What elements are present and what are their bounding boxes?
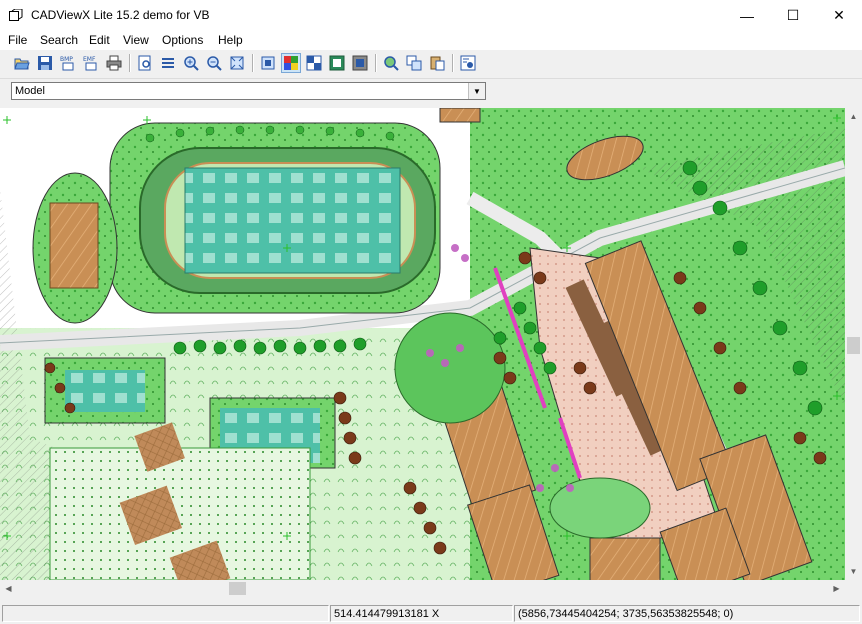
view-3d-button[interactable]: [258, 53, 278, 73]
fit-icon: [230, 56, 244, 70]
view-3d-icon: [261, 56, 275, 70]
copy-button[interactable]: [404, 53, 424, 73]
app-icon: [9, 9, 23, 21]
layout-select-value: Model: [15, 85, 45, 97]
coordinates-readout: (5856,73445404254; 3735,56353825548; 0): [514, 605, 860, 622]
minimize-button[interactable]: —: [724, 0, 770, 31]
window-title: CADViewX Lite 15.2 demo for VB: [31, 8, 210, 22]
scroll-down-icon[interactable]: ▼: [845, 563, 862, 580]
export-bmp-icon: BMP: [60, 56, 74, 71]
color-mode-icon: [284, 56, 298, 70]
open-button[interactable]: [12, 53, 32, 73]
menu-view[interactable]: View: [123, 33, 149, 47]
menu-search[interactable]: Search: [40, 33, 78, 47]
zoom-in-icon: [184, 56, 199, 71]
vertical-scroll-thumb[interactable]: [847, 337, 860, 354]
export-emf-button[interactable]: EMF: [81, 53, 101, 73]
find-icon: [384, 56, 399, 71]
horizontal-scroll-thumb[interactable]: [229, 582, 246, 595]
status-bar: 514.414479913181 X (5856,73445404254; 37…: [0, 603, 862, 624]
scroll-corner: [845, 580, 862, 597]
horizontal-scrollbar[interactable]: ◀ ▶: [0, 580, 845, 597]
print-button[interactable]: [104, 53, 124, 73]
scale-readout: 514.414479913181 X: [330, 605, 513, 622]
zoom-page-button[interactable]: [135, 53, 155, 73]
layers-icon: [162, 58, 174, 68]
close-button[interactable]: ✕: [816, 0, 862, 31]
scroll-left-icon[interactable]: ◀: [0, 580, 17, 597]
display-mode-button[interactable]: [327, 53, 347, 73]
menu-help[interactable]: Help: [218, 33, 243, 47]
zoom-out-icon: [207, 56, 222, 71]
paste-icon: [430, 56, 445, 71]
export-emf-icon: EMF: [83, 56, 97, 71]
status-panel-empty: [2, 605, 329, 622]
svg-text:BMP: BMP: [60, 56, 73, 63]
display-mode-icon: [329, 55, 345, 71]
export-bmp-button[interactable]: BMP: [58, 53, 78, 73]
settings-button[interactable]: [458, 53, 478, 73]
find-button[interactable]: [381, 53, 401, 73]
maximize-button[interactable]: ☐: [770, 0, 816, 31]
title-bar: CADViewX Lite 15.2 demo for VB — ☐ ✕: [0, 0, 862, 31]
toolbar: BMP EMF: [0, 50, 862, 79]
vertical-scrollbar[interactable]: ▲ ▼: [845, 108, 862, 580]
menu-options[interactable]: Options: [162, 33, 203, 47]
hide-icon: [352, 55, 368, 71]
menu-file[interactable]: File: [8, 33, 27, 47]
paste-button[interactable]: [427, 53, 447, 73]
layers-button[interactable]: [158, 53, 178, 73]
drawing-canvas[interactable]: [0, 108, 845, 580]
scroll-right-icon[interactable]: ▶: [828, 580, 845, 597]
menu-bar: File Search Edit View Options Help: [0, 31, 862, 50]
color-mode-button[interactable]: [281, 53, 301, 73]
save-icon: [38, 56, 52, 70]
layout-select[interactable]: Model ▼: [11, 82, 486, 100]
save-button[interactable]: [35, 53, 55, 73]
chevron-down-icon[interactable]: ▼: [468, 83, 485, 99]
scroll-up-icon[interactable]: ▲: [845, 108, 862, 125]
site-plan-drawing: [0, 108, 845, 580]
print-icon: [106, 55, 122, 71]
menu-edit[interactable]: Edit: [89, 33, 110, 47]
svg-text:EMF: EMF: [83, 56, 96, 63]
fit-button[interactable]: [227, 53, 247, 73]
zoom-in-button[interactable]: [181, 53, 201, 73]
black-white-button[interactable]: [304, 53, 324, 73]
copy-icon: [406, 55, 422, 71]
open-icon: [14, 58, 30, 70]
settings-icon: [460, 55, 476, 71]
zoom-page-icon: [138, 55, 151, 71]
zoom-out-button[interactable]: [204, 53, 224, 73]
black-white-icon: [306, 55, 322, 71]
hide-button[interactable]: [350, 53, 370, 73]
